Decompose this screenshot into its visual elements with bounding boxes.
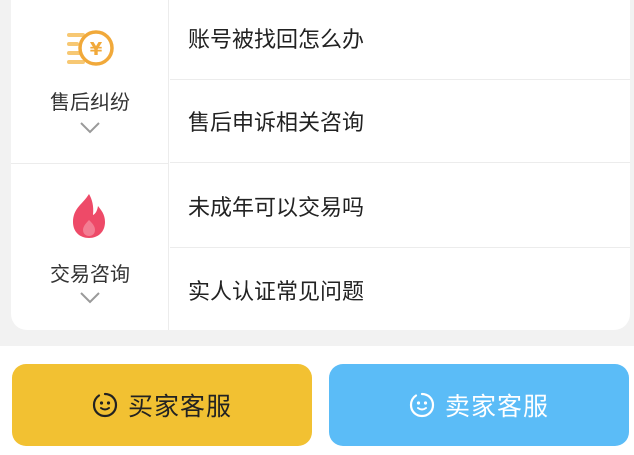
- faq-item[interactable]: 账号被找回怎么办: [170, 0, 630, 80]
- category-after-sales[interactable]: ¥ 售后纠纷: [11, 0, 169, 163]
- faq-item[interactable]: 售后申诉相关咨询: [170, 80, 630, 163]
- smile-face-icon: [409, 392, 435, 418]
- faq-card: ¥ 售后纠纷 账号被找回怎么办 售后申诉相关咨询 交易咨询 未成年可以交易吗 实…: [11, 0, 630, 330]
- seller-service-button[interactable]: 卖家客服: [329, 364, 629, 446]
- category-label: 交易咨询: [50, 262, 130, 286]
- category-label: 售后纠纷: [50, 90, 130, 114]
- coin-stack-icon: ¥: [67, 30, 114, 66]
- buyer-service-button[interactable]: 买家客服: [12, 364, 312, 446]
- footer-bar: 买家客服 卖家客服: [0, 346, 634, 455]
- faq-item[interactable]: 未成年可以交易吗: [170, 164, 630, 248]
- svg-text:¥: ¥: [90, 39, 103, 60]
- flame-icon: [73, 194, 105, 238]
- buyer-service-label: 买家客服: [127, 392, 232, 421]
- chevron-down-icon[interactable]: [79, 121, 101, 135]
- faq-item[interactable]: 实人认证常见问题: [170, 248, 630, 330]
- chevron-down-icon[interactable]: [79, 291, 101, 305]
- smile-face-icon: [92, 392, 118, 418]
- section-gap: [0, 330, 634, 346]
- category-trade-consult[interactable]: 交易咨询: [11, 163, 169, 330]
- seller-service-label: 卖家客服: [444, 392, 549, 421]
